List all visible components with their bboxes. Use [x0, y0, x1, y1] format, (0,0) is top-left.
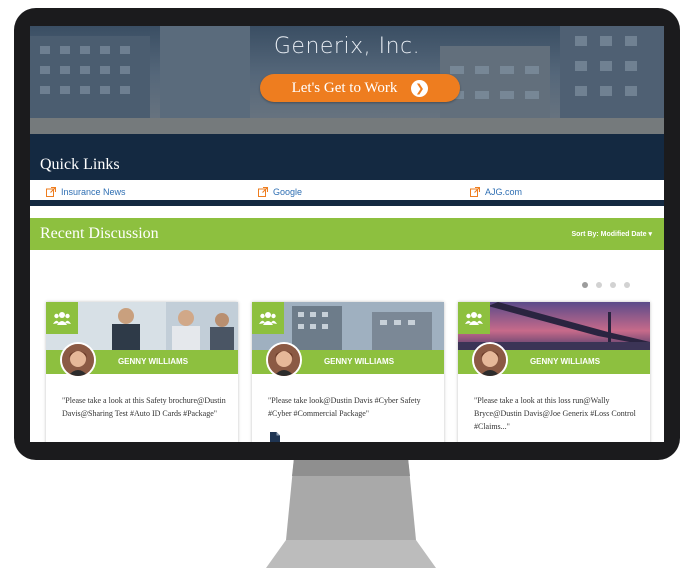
lets-get-to-work-button[interactable]: Let's Get to Work ❯	[260, 74, 460, 102]
avatar[interactable]	[60, 342, 96, 378]
discussion-text: "Please take a look at this loss run@Wal…	[474, 396, 636, 431]
carousel-pagination	[582, 282, 630, 288]
quick-link-insurance-news[interactable]: Insurance News	[46, 187, 126, 197]
screen: Generix, Inc. Let's Get to Work ❯ Quick …	[30, 26, 664, 442]
monitor-frame: Generix, Inc. Let's Get to Work ❯ Quick …	[14, 8, 680, 460]
carousel-dot[interactable]	[596, 282, 602, 288]
group-icon	[458, 302, 490, 334]
caret-down-icon: ▾	[648, 231, 652, 238]
chevron-right-circle-icon: ❯	[411, 79, 429, 97]
discussion-card[interactable]: GENNY WILLIAMS "Please take a look at th…	[458, 302, 650, 442]
company-name: Generix, Inc.	[273, 34, 421, 59]
discussion-text: "Please take a look at this Safety broch…	[62, 396, 226, 418]
quick-link-label: Insurance News	[61, 187, 126, 197]
discussion-card[interactable]: GENNY WILLIAMS "Please take a look at th…	[46, 302, 238, 442]
sort-label: Sort By: Modified Date	[571, 231, 647, 238]
quick-links-bar: Insurance News Google AJG.com	[30, 180, 664, 206]
cta-label: Let's Get to Work	[291, 79, 398, 96]
external-link-icon	[46, 187, 56, 197]
external-link-icon	[258, 187, 268, 197]
carousel-dot[interactable]	[624, 282, 630, 288]
quick-link-ajg[interactable]: AJG.com	[470, 187, 522, 197]
document-icon[interactable]	[270, 432, 280, 442]
quick-link-label: AJG.com	[485, 187, 523, 197]
hero-banner: Generix, Inc. Let's Get to Work ❯	[30, 26, 664, 134]
discussion-card[interactable]: GENNY WILLIAMS "Please take look@Dustin …	[252, 302, 444, 442]
external-link-icon	[470, 187, 480, 197]
carousel-dot[interactable]	[610, 282, 616, 288]
carousel-dot[interactable]	[582, 282, 588, 288]
quick-links-title: Quick Links	[30, 134, 664, 180]
avatar[interactable]	[472, 342, 508, 378]
recent-discussion-title: Recent Discussion	[40, 225, 159, 242]
sort-dropdown[interactable]: Sort By: Modified Date ▾	[571, 230, 652, 238]
discussion-text: "Please take look@Dustin Davis #Cyber Sa…	[268, 396, 421, 418]
recent-discussion-header: Recent Discussion Sort By: Modified Date…	[30, 218, 664, 250]
group-icon	[252, 302, 284, 334]
avatar[interactable]	[266, 342, 302, 378]
group-icon	[46, 302, 78, 334]
quick-link-google[interactable]: Google	[258, 187, 302, 197]
quick-link-label: Google	[273, 187, 303, 197]
